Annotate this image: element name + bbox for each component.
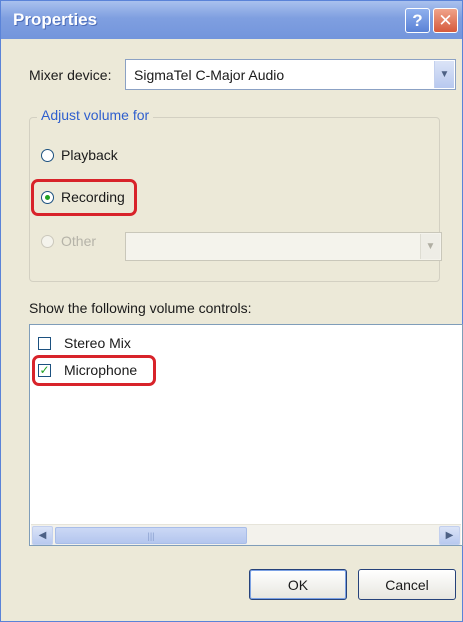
stereo-mix-checkbox[interactable] xyxy=(38,337,51,350)
microphone-label[interactable]: Microphone xyxy=(64,362,137,378)
recording-radio[interactable] xyxy=(41,191,54,204)
volume-controls-list[interactable]: Stereo Mix ✓ Microphone ◀ ||| ▶ xyxy=(29,324,463,546)
window-title: Properties xyxy=(13,10,98,29)
checkmark-icon: ✓ xyxy=(39,363,50,377)
chevron-right-icon[interactable]: ▶ xyxy=(439,526,460,545)
recording-label[interactable]: Recording xyxy=(61,189,125,205)
playback-label[interactable]: Playback xyxy=(61,147,118,163)
chevron-down-icon[interactable]: ▼ xyxy=(434,61,454,88)
mixer-device-value: SigmaTel C-Major Audio xyxy=(134,67,285,83)
mixer-device-label: Mixer device: xyxy=(29,67,112,83)
other-select[interactable]: ▼ xyxy=(125,232,442,261)
scrollbar-thumb[interactable]: ||| xyxy=(55,527,247,544)
mixer-device-select[interactable]: SigmaTel C-Major Audio ▼ xyxy=(125,59,456,90)
other-radio[interactable] xyxy=(41,235,54,248)
stereo-mix-label[interactable]: Stereo Mix xyxy=(64,335,131,351)
chevron-down-icon: ▼ xyxy=(420,234,440,259)
microphone-checkbox[interactable]: ✓ xyxy=(38,364,51,377)
help-button[interactable]: ? xyxy=(405,8,430,33)
help-icon: ? xyxy=(412,10,423,30)
properties-dialog: Properties ? ✕ Mixer device: SigmaTel C-… xyxy=(0,0,463,622)
ok-button[interactable]: OK xyxy=(249,569,347,600)
adjust-volume-title: Adjust volume for xyxy=(37,107,154,123)
playback-radio[interactable] xyxy=(41,149,54,162)
title-bar[interactable]: Properties ? ✕ xyxy=(1,1,462,39)
horizontal-scrollbar[interactable]: ◀ ||| ▶ xyxy=(31,524,461,545)
other-label: Other xyxy=(61,233,97,249)
cancel-button[interactable]: Cancel xyxy=(358,569,456,600)
close-icon: ✕ xyxy=(438,10,453,30)
chevron-left-icon[interactable]: ◀ xyxy=(32,526,53,545)
close-button[interactable]: ✕ xyxy=(433,8,458,33)
controls-label: Show the following volume controls: xyxy=(29,300,252,316)
